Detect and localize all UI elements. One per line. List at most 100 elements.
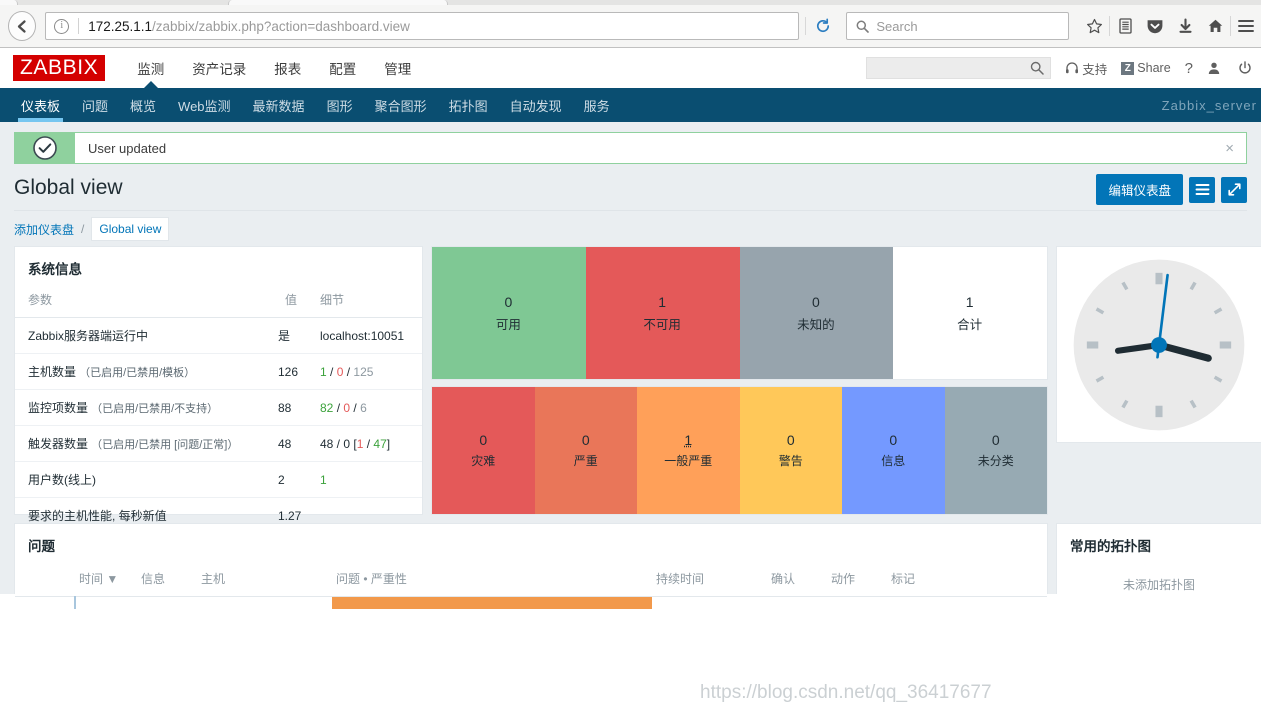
browser-search-input[interactable]: Search <box>846 12 1069 40</box>
pocket-icon[interactable] <box>1140 11 1170 41</box>
row-cell-parameter: 触发器数量 （已启用/已禁用 [问题/正常]） <box>15 426 272 462</box>
url-bar[interactable]: i 172.25.1.1/zabbix/zabbix.php?action=da… <box>45 12 799 40</box>
severity-count: 0 <box>479 432 487 448</box>
breadcrumb: 添加仪表盘 / Global view <box>14 217 169 241</box>
subnav-item-latest-data[interactable]: 最新数据 <box>242 88 316 122</box>
table-row: 触发器数量 （已启用/已禁用 [问题/正常]） 48 48 / 0 [1 / 47] <box>15 426 422 462</box>
back-arrow-icon[interactable] <box>8 11 36 41</box>
power-icon[interactable] <box>1238 61 1255 75</box>
subnav-item-dashboard[interactable]: 仪表板 <box>10 88 71 122</box>
system-information-body: Zabbix服务器端运行中是 localhost:10051 主机数量 （已启用/已… <box>15 318 422 534</box>
edit-dashboard-button[interactable]: 编辑仪表盘 <box>1096 174 1183 205</box>
subnav-item-discovery[interactable]: 自动发现 <box>499 88 573 122</box>
subnav-item-web[interactable]: Web监测 <box>167 88 242 122</box>
host-availability-cell-unknown[interactable]: 0 未知的 <box>740 247 894 379</box>
kebab-list-icon[interactable] <box>1189 177 1215 203</box>
row-cell-value: 88 <box>272 390 312 426</box>
main-menu-item-administration[interactable]: 管理 <box>370 48 425 88</box>
severity-count: 0 <box>582 432 590 448</box>
widget-host-availability: 0 可用 1 不可用 0 未知的 1 合计 <box>431 246 1048 380</box>
column-header-problem-severity[interactable]: 问题 • 严重性 <box>332 564 652 597</box>
column-header-ack[interactable]: 确认 <box>767 564 827 597</box>
star-icon[interactable] <box>1079 11 1109 41</box>
row-cell-value: 2 <box>272 462 312 498</box>
main-menu-item-reports[interactable]: 报表 <box>260 48 315 88</box>
url-text: 172.25.1.1/zabbix/zabbix.php?action=dash… <box>88 19 410 34</box>
column-header-duration[interactable]: 持续时间 <box>652 564 767 597</box>
toolbar-divider <box>805 17 806 35</box>
user-icon[interactable] <box>1207 61 1224 75</box>
host-availability-cell-not-available[interactable]: 1 不可用 <box>586 247 740 379</box>
column-header-tags[interactable]: 标记 <box>887 564 1047 597</box>
row-cell-ack <box>767 597 827 609</box>
severity-cell-disaster[interactable]: 0 灾难 <box>432 387 535 514</box>
column-header-actions[interactable]: 动作 <box>827 564 887 597</box>
severity-cell-warning[interactable]: 0 警告 <box>740 387 843 514</box>
row-cell-parameter-note: （已启用/已禁用/模板） <box>76 367 195 379</box>
main-menu-item-inventory[interactable]: 资产记录 <box>178 48 260 88</box>
table-header-row: 参数 值 细节 <box>15 287 422 318</box>
subnav-item-services[interactable]: 服务 <box>573 88 621 122</box>
breadcrumb-add-dashboard[interactable]: 添加仪表盘 <box>14 221 74 238</box>
host-availability-label: 不可用 <box>643 314 681 333</box>
system-information-table: 参数 值 细节 Zabbix服务器端运行中是 localhost:10051 主机数… <box>15 287 422 533</box>
watermark-text: https://blog.csdn.net/qq_36417677 <box>700 682 992 704</box>
check-circle-icon <box>15 133 75 163</box>
hamburger-menu-icon[interactable] <box>1231 11 1261 41</box>
url-path: /zabbix/zabbix.php?action=dashboard.view <box>152 19 410 34</box>
row-cell-details: localhost:10051 <box>312 318 422 354</box>
column-header-parameter: 参数 <box>15 287 272 318</box>
row-cell-info <box>137 597 197 609</box>
severity-cell-high[interactable]: 0 严重 <box>535 387 638 514</box>
home-icon[interactable] <box>1200 11 1230 41</box>
table-row: 监控项数量 （已启用/已禁用/不支持） 88 82 / 0 / 6 <box>15 390 422 426</box>
table-row[interactable] <box>15 597 1047 609</box>
host-availability-cell-total[interactable]: 1 合计 <box>893 247 1047 379</box>
browser-toolbar-icons <box>1079 11 1261 41</box>
main-menu-item-configuration[interactable]: 配置 <box>315 48 370 88</box>
message-body: User updated × <box>75 133 1246 163</box>
column-header-spacer <box>15 564 75 597</box>
severity-cell-average[interactable]: 1 一般严重 <box>637 387 740 514</box>
problems-severity-bar: 0 灾难 0 严重 1 一般严重 0 警告 0 信息 0 未分类 <box>432 387 1047 514</box>
column-header-info[interactable]: 信息 <box>137 564 197 597</box>
reload-icon[interactable] <box>810 12 836 40</box>
breadcrumb-current[interactable]: Global view <box>91 217 169 241</box>
host-availability-label: 合计 <box>957 314 982 333</box>
row-cell-value: 48 <box>272 426 312 462</box>
server-name-label: Zabbix_server <box>1162 88 1261 122</box>
help-label: ? <box>1185 60 1193 77</box>
share-link[interactable]: Z Share <box>1121 61 1170 75</box>
severity-cell-information[interactable]: 0 信息 <box>842 387 945 514</box>
severity-count[interactable]: 1 <box>684 432 692 448</box>
zabbix-logo[interactable]: ZABBIX <box>13 55 105 81</box>
host-availability-label: 未知的 <box>797 314 835 333</box>
page-info-icon[interactable]: i <box>54 19 69 34</box>
subnav-item-problems[interactable]: 问题 <box>71 88 119 122</box>
severity-count: 0 <box>889 432 897 448</box>
host-availability-cell-available[interactable]: 0 可用 <box>432 247 586 379</box>
host-availability-count: 1 <box>966 294 974 310</box>
severity-cell-not-classified[interactable]: 0 未分类 <box>945 387 1048 514</box>
column-header-host[interactable]: 主机 <box>197 564 332 597</box>
page-title-actions: 编辑仪表盘 <box>1096 174 1247 205</box>
expand-icon[interactable] <box>1221 177 1247 203</box>
subnav-item-screens[interactable]: 聚合图形 <box>364 88 438 122</box>
main-menu-item-monitoring[interactable]: 监测 <box>123 48 178 88</box>
column-header-details: 细节 <box>312 287 422 318</box>
help-link[interactable]: ? <box>1185 60 1193 77</box>
host-availability-count: 0 <box>812 294 820 310</box>
library-icon[interactable] <box>1110 11 1140 41</box>
support-link[interactable]: 支持 <box>1065 59 1107 78</box>
close-icon[interactable]: × <box>1225 140 1238 157</box>
subnav-item-maps[interactable]: 拓扑图 <box>438 88 499 122</box>
subnav-item-overview[interactable]: 概览 <box>119 88 167 122</box>
row-cell-spacer <box>15 597 75 609</box>
message-banner: User updated × <box>14 132 1247 164</box>
url-host: 172.25.1.1 <box>88 19 152 34</box>
zabbix-search-input[interactable] <box>866 57 1051 79</box>
subnav-item-graphs[interactable]: 图形 <box>316 88 364 122</box>
download-icon[interactable] <box>1170 11 1200 41</box>
column-header-time[interactable]: 时间 ▼ <box>75 564 137 597</box>
row-cell-value: 126 <box>272 354 312 390</box>
